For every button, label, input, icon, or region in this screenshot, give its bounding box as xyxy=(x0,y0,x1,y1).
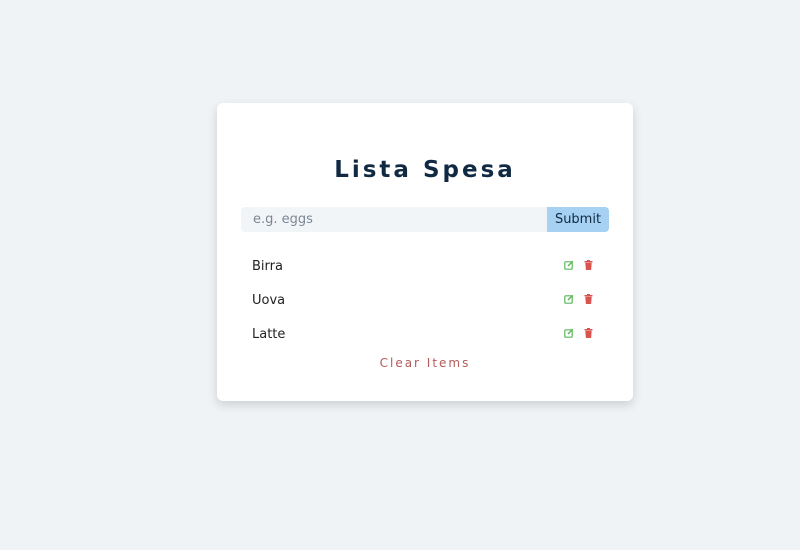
trash-icon[interactable] xyxy=(582,326,594,340)
item-title: Latte xyxy=(252,326,286,342)
item-title: Birra xyxy=(252,258,283,274)
item-title: Uova xyxy=(252,292,286,308)
trash-icon[interactable] xyxy=(582,258,594,272)
trash-icon[interactable] xyxy=(582,292,594,306)
submit-button[interactable]: Submit xyxy=(547,207,609,232)
item-input[interactable] xyxy=(241,207,547,232)
item-actions xyxy=(563,292,594,306)
list-item: Uova xyxy=(241,283,609,317)
edit-icon[interactable] xyxy=(563,258,575,272)
edit-icon[interactable] xyxy=(563,292,575,306)
grocery-list: Birra Uova Latte xyxy=(241,249,609,351)
item-actions xyxy=(563,258,594,272)
clear-items-button[interactable]: Clear Items xyxy=(217,356,633,370)
edit-icon[interactable] xyxy=(563,326,575,340)
page-title: Lista Spesa xyxy=(334,157,516,183)
list-item: Birra xyxy=(241,249,609,283)
list-item: Latte xyxy=(241,317,609,351)
grocery-card: Lista Spesa Submit Birra xyxy=(217,103,633,401)
item-form: Submit xyxy=(241,207,609,232)
item-actions xyxy=(563,326,594,340)
